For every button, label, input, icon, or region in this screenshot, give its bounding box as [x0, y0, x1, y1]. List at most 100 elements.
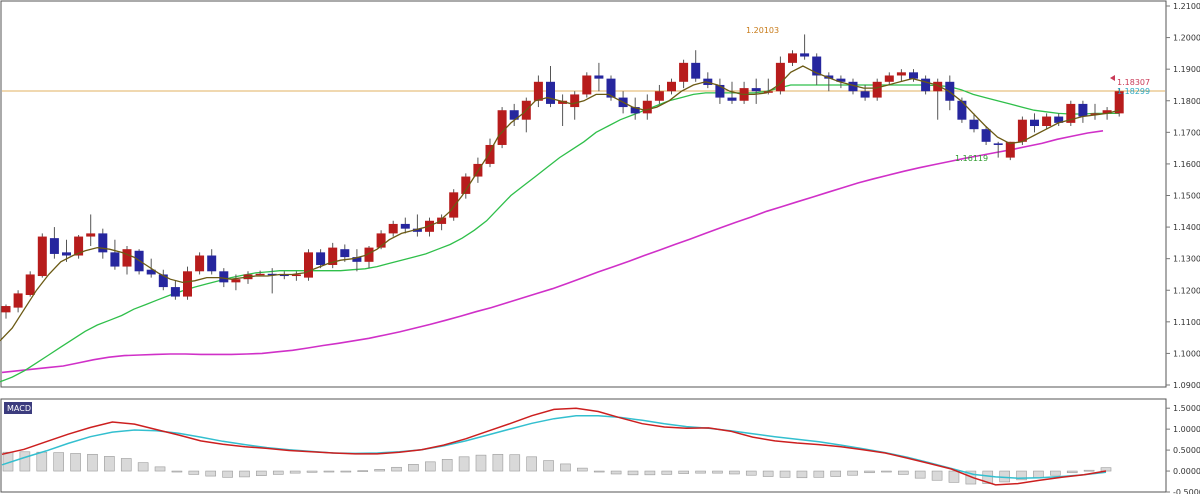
candle-body-bullish: [1042, 116, 1052, 127]
candle-body-bearish: [909, 72, 918, 79]
candle: [25, 271, 35, 297]
price-axis-label: 1.14000: [1173, 223, 1200, 232]
macd-axis-label: -0.5000: [1173, 488, 1200, 494]
macd-histogram-bar: [560, 463, 571, 472]
macd-histogram-bar: [458, 456, 470, 472]
candle-body-bearish: [207, 255, 217, 272]
candle-body-bullish: [388, 223, 398, 234]
candle: [1066, 100, 1076, 127]
candle-body-bullish: [86, 233, 96, 237]
macd-axis-label: 1.5000: [1173, 404, 1200, 413]
candle-body-bullish: [775, 62, 785, 92]
macd-histogram-bar: [948, 470, 960, 483]
macd-histogram-bar: [627, 470, 639, 476]
candle: [1017, 116, 1027, 145]
macd-histogram-bar: [289, 470, 301, 474]
price-axis-label: 1.09000: [1173, 381, 1200, 390]
macd-histogram-bar: [340, 470, 352, 473]
candle-body-bearish: [860, 91, 870, 98]
candle-body-bearish: [170, 287, 180, 297]
price-axis-label: 1.15000: [1173, 192, 1200, 201]
macd-histogram-bar: [188, 470, 200, 475]
macd-histogram-bar: [1033, 470, 1044, 479]
candle-body-bearish: [691, 62, 701, 79]
candle-body-bullish: [183, 271, 192, 297]
macd-histogram-bar: [644, 470, 656, 476]
chart-canvas: 1.21000 1.20000 1.19000 1.18000 1.17000 1.160…: [0, 0, 1200, 494]
macd-histogram-bar: [526, 456, 537, 472]
macd-axis-label: 0.5000: [1173, 446, 1200, 455]
price-axis-label: 1.19000: [1173, 65, 1200, 74]
candle-body-bullish: [570, 94, 580, 108]
macd-histogram-bar: [171, 470, 183, 473]
macd-histogram-bar: [323, 470, 335, 473]
candle-body-bullish: [37, 236, 47, 277]
candle-body-bullish: [884, 75, 894, 82]
macd-histogram-bar: [357, 470, 369, 472]
chart-background: [0, 0, 1200, 494]
macd-histogram-bar: [120, 458, 132, 472]
candle-body-bearish: [957, 100, 967, 120]
macd-histogram-bar: [914, 470, 926, 479]
candle-body-bullish: [1005, 141, 1015, 158]
macd-histogram-bar: [36, 451, 48, 472]
candle: [304, 249, 313, 281]
candle-body-bullish: [654, 91, 664, 101]
candle: [582, 72, 592, 98]
macd-histogram-bar: [610, 470, 622, 475]
chart-window: 1.21000 1.20000 1.19000 1.18000 1.17000 1.160…: [0, 0, 1200, 494]
macd-histogram-bar: [408, 464, 419, 472]
macd-histogram-bar: [239, 470, 250, 478]
macd-histogram-bar: [70, 453, 81, 472]
macd-histogram-bar: [154, 466, 166, 472]
candle-body-bullish: [122, 249, 132, 267]
candle-body-bullish: [485, 144, 495, 164]
candle-body-bearish: [993, 143, 1003, 145]
candle-body-bullish: [1, 306, 11, 313]
macd-histogram-bar: [830, 470, 842, 477]
candle-body-bullish: [533, 81, 543, 101]
macd-axis-label: 0.0000: [1173, 467, 1200, 476]
candle-body-bullish: [896, 72, 906, 76]
macd-histogram-bar: [492, 453, 504, 472]
macd-histogram-bar: [847, 470, 858, 476]
macd-histogram-bar: [678, 470, 689, 474]
price-axis-label: 1.21000: [1173, 2, 1200, 11]
macd-histogram-bar: [256, 470, 267, 476]
macd-histogram-bar: [205, 470, 217, 477]
candle: [497, 107, 507, 149]
price-axis-label: 1.13000: [1173, 255, 1200, 264]
macd-histogram-bar: [1083, 469, 1095, 472]
candle-body-bearish: [62, 252, 71, 256]
macd-histogram-bar: [796, 470, 808, 479]
macd-histogram-bar: [813, 470, 825, 478]
price-axis-label: 1.18000: [1173, 97, 1200, 106]
macd-histogram-bar: [661, 470, 673, 475]
price-axis-label: 1.17000: [1173, 128, 1200, 137]
macd-histogram-bar: [475, 454, 487, 472]
macd-histogram-bar: [306, 470, 318, 473]
candle: [195, 252, 205, 275]
candle: [872, 78, 882, 101]
macd-tag-label: MACD: [7, 404, 31, 413]
macd-histogram-bar: [577, 467, 588, 472]
macd-histogram-bar: [931, 470, 943, 481]
macd-histogram-bar: [779, 470, 791, 478]
candle-body-bullish: [788, 53, 797, 63]
candle-body-bullish: [13, 293, 23, 308]
candle-body-bullish: [231, 279, 241, 283]
candle-body-bearish: [110, 252, 120, 267]
price-axis-label: 1.12000: [1173, 286, 1200, 295]
price-axis-label: 1.10000: [1173, 349, 1200, 358]
candle-body-bullish: [449, 192, 459, 218]
macd-histogram-bar: [864, 470, 875, 474]
candle: [183, 266, 192, 300]
macd-histogram-bar: [19, 451, 31, 472]
macd-histogram-bar: [425, 461, 436, 472]
macd-histogram-bar: [53, 452, 64, 472]
candle-body-bearish: [981, 129, 991, 142]
macd-histogram-bar: [729, 470, 740, 475]
candle-body-bullish: [872, 81, 882, 98]
candle-body-bearish: [751, 88, 761, 92]
macd-histogram-bar: [87, 453, 98, 472]
